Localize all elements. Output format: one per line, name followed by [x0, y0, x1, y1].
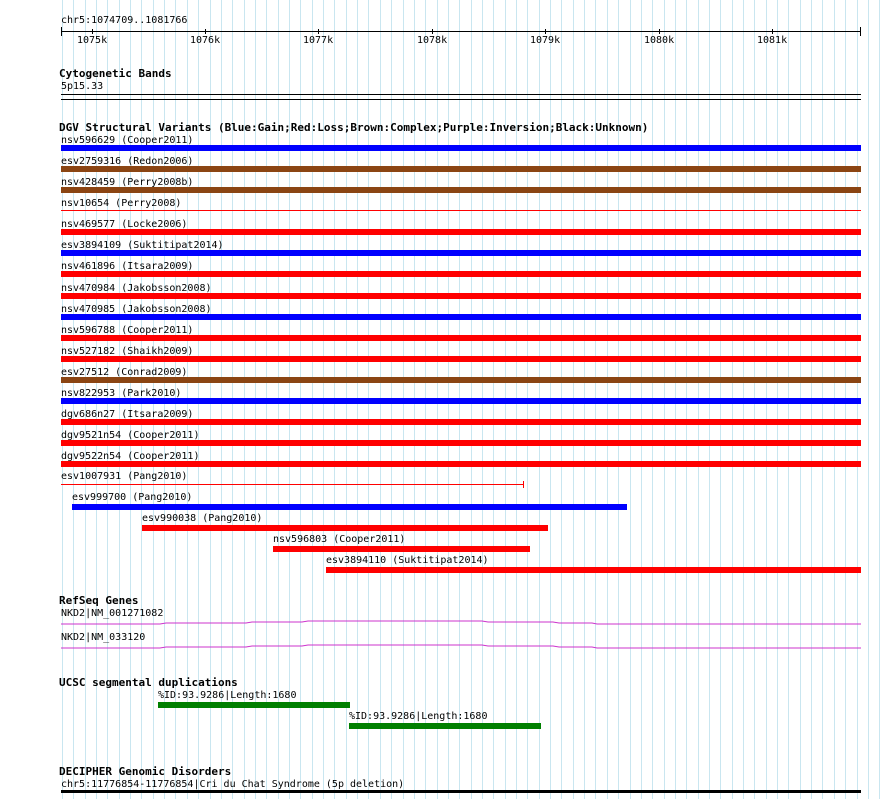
dgv-variant-bar[interactable]: [61, 461, 861, 467]
ruler-tick: [772, 29, 773, 34]
gene-intron-line: [61, 620, 861, 625]
dgv-variant-bar[interactable]: [61, 377, 861, 383]
ruler-tick: [432, 29, 433, 34]
dgv-variant-bar[interactable]: [61, 356, 861, 362]
dgv-variant-bar[interactable]: [61, 419, 861, 425]
ruler-tick-label: 1079k: [530, 35, 561, 46]
decipher-label: chr5:11776854-11776854|Cri du Chat Syndr…: [61, 779, 405, 790]
dgv-variant-bar[interactable]: [273, 546, 530, 552]
dgv-variant-bar[interactable]: [72, 504, 627, 510]
dgv-variant-bar[interactable]: [61, 440, 861, 446]
dgv-variant-bar[interactable]: [61, 314, 861, 320]
ruler-tick-label: 1077k: [303, 35, 334, 46]
cytoband-band[interactable]: [61, 94, 861, 95]
dgv-variant-label: esv990038 (Pang2010): [142, 513, 263, 524]
dgv-variant-bar[interactable]: [61, 229, 861, 235]
segdup-bar[interactable]: [158, 702, 350, 708]
segdup-label: %ID:93.9286|Length:1680: [349, 711, 488, 722]
decipher-track-title: DECIPHER Genomic Disorders: [59, 765, 232, 778]
refseq-track-title: RefSeq Genes: [59, 594, 139, 607]
ruler-tick-label: 1078k: [417, 35, 448, 46]
segdup-label: %ID:93.9286|Length:1680: [158, 690, 297, 701]
cytoband-band-bottom: [61, 99, 861, 100]
dgv-variant-bar[interactable]: [61, 145, 861, 151]
segdup-bar[interactable]: [349, 723, 541, 729]
ruler-tick-label: 1081k: [757, 35, 788, 46]
refseq-gene-model[interactable]: [0, 642, 890, 654]
ruler-tick: [92, 29, 93, 34]
ruler-tick: [318, 29, 319, 34]
dgv-variant-bar[interactable]: [61, 210, 861, 211]
ruler-tick: [659, 29, 660, 34]
ruler-axis: [61, 31, 861, 32]
dgv-variant-label: esv3894110 (Suktitipat2014): [326, 555, 489, 566]
dgv-variant-bar[interactable]: [61, 398, 861, 404]
ruler-start-cap: [61, 27, 62, 36]
ruler-end-cap: [860, 27, 861, 36]
dgv-variant-bar[interactable]: [61, 484, 524, 485]
dgv-variant-label: nsv596803 (Cooper2011): [273, 534, 406, 545]
segdup-track-title: UCSC segmental duplications: [59, 676, 238, 689]
refseq-gene-model[interactable]: [0, 618, 890, 630]
dgv-variant-label: esv1007931 (Pang2010): [61, 471, 188, 482]
decipher-bar[interactable]: [61, 790, 861, 793]
locus-label: chr5:1074709..1081766: [61, 15, 188, 26]
ruler-tick: [545, 29, 546, 34]
cytoband-track-title: Cytogenetic Bands: [59, 67, 172, 80]
ruler-tick: [205, 29, 206, 34]
dgv-variant-bar[interactable]: [61, 293, 861, 299]
gene-intron-line: [61, 644, 861, 649]
dgv-variant-label: esv999700 (Pang2010): [72, 492, 193, 503]
ruler-tick-label: 1076k: [190, 35, 221, 46]
dgv-variant-bar[interactable]: [326, 567, 861, 573]
ruler-tick-label: 1075k: [77, 35, 108, 46]
dgv-variant-bar[interactable]: [142, 525, 548, 531]
dgv-variant-label: nsv10654 (Perry2008): [61, 198, 182, 209]
dgv-variant-bar[interactable]: [61, 187, 861, 193]
dgv-variant-bar[interactable]: [61, 335, 861, 341]
dgv-variant-bar[interactable]: [61, 271, 861, 277]
ruler-tick-label: 1080k: [644, 35, 675, 46]
dgv-track-title: DGV Structural Variants (Blue:Gain;Red:L…: [59, 121, 649, 134]
dgv-variant-bar[interactable]: [61, 250, 861, 256]
dgv-variant-bar[interactable]: [61, 166, 861, 172]
cytoband-label: 5p15.33: [61, 81, 104, 92]
